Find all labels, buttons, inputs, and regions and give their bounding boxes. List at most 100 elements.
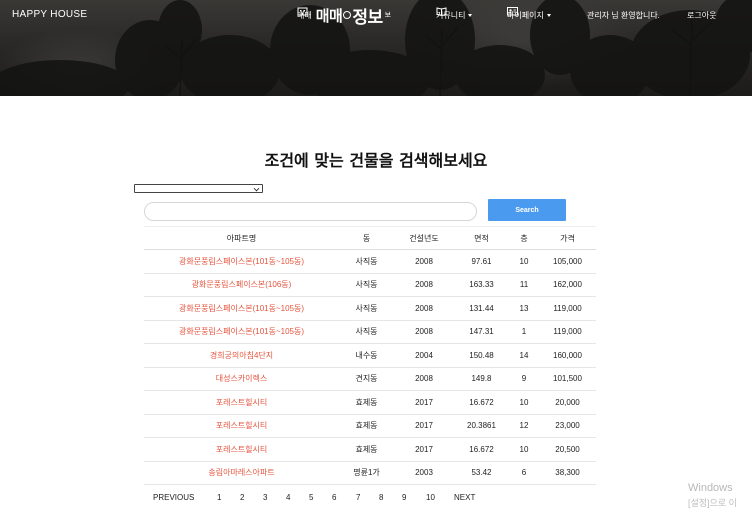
price-cell: 105,000 bbox=[539, 249, 596, 274]
table-row[interactable]: 포레스트힐시티 효제동 2017 16.672 10 20,000 bbox=[144, 390, 596, 415]
area-cell: 16.672 bbox=[454, 437, 509, 462]
apartment-link[interactable]: 송림아마레스아파트 bbox=[144, 461, 339, 485]
next-page-link[interactable]: NEXT bbox=[454, 493, 475, 502]
area-cell: 53.42 bbox=[454, 461, 509, 485]
table-row[interactable]: 광화문풍림스페이스본(106동) 사직동 2008 163.33 11 162,… bbox=[144, 273, 596, 297]
year-cell: 2017 bbox=[394, 414, 454, 438]
area-cell: 163.33 bbox=[454, 273, 509, 297]
price-cell: 101,500 bbox=[539, 367, 596, 391]
column-header-floor[interactable]: 층 bbox=[509, 226, 539, 250]
apartment-link[interactable]: 포레스트힐시티 bbox=[144, 390, 339, 415]
nav-community[interactable]: 커뮤니티 bbox=[436, 6, 473, 24]
page-link-1[interactable]: 1 bbox=[217, 493, 221, 502]
apartment-link[interactable]: 광화문풍림스페이스본(106동) bbox=[144, 273, 339, 297]
dong-cell: 효제동 bbox=[339, 414, 394, 438]
area-cell: 149.8 bbox=[454, 367, 509, 391]
chevron-down-icon bbox=[253, 185, 260, 192]
trade-logo-part2: 정보 bbox=[352, 7, 383, 28]
page-link-9[interactable]: 9 bbox=[402, 493, 406, 502]
apartment-link[interactable]: 광화문풍림스페이스본(101동~105동) bbox=[144, 320, 339, 344]
year-cell: 2008 bbox=[394, 296, 454, 321]
price-cell: 20,000 bbox=[539, 390, 596, 415]
book-icon bbox=[436, 7, 447, 16]
pagination: PREVIOUS 1 2 3 4 5 6 7 8 9 10 NEXT bbox=[0, 493, 752, 505]
logout-link[interactable]: 로그아웃 bbox=[687, 6, 716, 24]
windows-watermark-subtitle: [설정]으로 이 bbox=[688, 498, 737, 508]
area-cell: 150.48 bbox=[454, 343, 509, 368]
floor-cell: 1 bbox=[509, 320, 539, 344]
area-cell: 16.672 bbox=[454, 390, 509, 415]
page-link-3[interactable]: 3 bbox=[263, 493, 267, 502]
year-cell: 2008 bbox=[394, 367, 454, 391]
price-cell: 20,500 bbox=[539, 437, 596, 462]
column-header-area[interactable]: 면적 bbox=[454, 226, 509, 250]
dong-cell: 명륜1가 bbox=[339, 461, 394, 485]
apartment-link[interactable]: 광화문풍림스페이스본(101동~105동) bbox=[144, 249, 339, 274]
table-row[interactable]: 광화문풍림스페이스본(101동~105동) 사직동 2008 131.44 13… bbox=[144, 296, 596, 321]
dong-cell: 내수동 bbox=[339, 343, 394, 368]
price-cell: 162,000 bbox=[539, 273, 596, 297]
column-header-year[interactable]: 건설년도 bbox=[394, 226, 454, 250]
floor-cell: 11 bbox=[509, 273, 539, 297]
page-link-4[interactable]: 4 bbox=[286, 493, 290, 502]
floor-cell: 6 bbox=[509, 461, 539, 485]
page-link-6[interactable]: 6 bbox=[332, 493, 336, 502]
dong-cell: 견지동 bbox=[339, 367, 394, 391]
price-cell: 23,000 bbox=[539, 414, 596, 438]
table-row[interactable]: 송림아마레스아파트 명륜1가 2003 53.42 6 38,300 bbox=[144, 461, 596, 485]
results-table: 아파트명 동 건설년도 면적 층 가격 광화문풍림스페이스본(101동~105동… bbox=[144, 226, 596, 485]
year-cell: 2008 bbox=[394, 320, 454, 344]
globe-icon bbox=[343, 11, 352, 19]
column-header-apartment[interactable]: 아파트명 bbox=[144, 226, 339, 250]
table-row[interactable]: 광화문풍림스페이스본(101동~105동) 사직동 2008 147.31 1 … bbox=[144, 320, 596, 344]
column-header-price[interactable]: 가격 bbox=[539, 226, 596, 250]
page-link-10[interactable]: 10 bbox=[426, 493, 435, 502]
dong-cell: 사직동 bbox=[339, 249, 394, 274]
apartment-link[interactable]: 경희궁의아침4단지 bbox=[144, 343, 339, 368]
year-cell: 2004 bbox=[394, 343, 454, 368]
floor-cell: 10 bbox=[509, 437, 539, 462]
area-cell: 131.44 bbox=[454, 296, 509, 321]
nav-trade-suffix: 보 bbox=[384, 12, 392, 19]
area-cell: 20.3861 bbox=[454, 414, 509, 438]
floor-cell: 10 bbox=[509, 249, 539, 274]
apartment-link[interactable]: 광화문풍림스페이스본(101동~105동) bbox=[144, 296, 339, 321]
year-cell: 2003 bbox=[394, 461, 454, 485]
dong-cell: 효제동 bbox=[339, 437, 394, 462]
dong-cell: 효제동 bbox=[339, 390, 394, 415]
table-row[interactable]: 포레스트힐시티 효제동 2017 20.3861 12 23,000 bbox=[144, 414, 596, 438]
search-button[interactable]: Search bbox=[488, 199, 566, 221]
table-row[interactable]: 광화문풍림스페이스본(101동~105동) 사직동 2008 97.61 10 … bbox=[144, 249, 596, 274]
trade-logo-part1: 매매 bbox=[315, 6, 343, 25]
welcome-text: 관리자 님 환영합니다. bbox=[587, 10, 660, 20]
price-cell: 119,000 bbox=[539, 320, 596, 344]
column-header-dong[interactable]: 동 bbox=[339, 226, 394, 250]
table-row[interactable]: 경희궁의아침4단지 내수동 2004 150.48 14 160,000 bbox=[144, 343, 596, 368]
dong-cell: 사직동 bbox=[339, 296, 394, 321]
windows-watermark-title: Windows bbox=[688, 482, 733, 494]
table-row[interactable]: 대성스카이렉스 견지동 2008 149.8 9 101,500 bbox=[144, 367, 596, 391]
page-title: 조건에 맞는 건물을 검색해보세요 bbox=[264, 151, 488, 170]
nav-trade-info[interactable]: 매매 매매 정보 보 bbox=[297, 6, 393, 28]
apartment-link[interactable]: 대성스카이렉스 bbox=[144, 367, 339, 391]
search-input[interactable] bbox=[144, 202, 477, 221]
apartment-link[interactable]: 포레스트힐시티 bbox=[144, 414, 339, 438]
dong-cell: 사직동 bbox=[339, 273, 394, 297]
filter-select[interactable] bbox=[134, 184, 263, 193]
year-cell: 2017 bbox=[394, 437, 454, 462]
top-nav: 매매 매매 정보 보 커뮤니티 마이페이지 관리자 님 환영합니다. 로그아웃 bbox=[0, 6, 752, 28]
page-link-7[interactable]: 7 bbox=[356, 493, 360, 502]
nav-mypage[interactable]: 마이페이지 bbox=[507, 6, 551, 24]
table-row[interactable]: 포레스트힐시티 효제동 2017 16.672 10 20,500 bbox=[144, 437, 596, 462]
id-card-icon bbox=[507, 7, 518, 16]
page-link-8[interactable]: 8 bbox=[379, 493, 383, 502]
page-link-2[interactable]: 2 bbox=[240, 493, 244, 502]
apartment-link[interactable]: 포레스트힐시티 bbox=[144, 437, 339, 462]
floor-cell: 13 bbox=[509, 296, 539, 321]
price-cell: 38,300 bbox=[539, 461, 596, 485]
previous-page-link[interactable]: PREVIOUS bbox=[153, 493, 194, 502]
table-header-row: 아파트명 동 건설년도 면적 층 가격 bbox=[144, 226, 596, 250]
building-icon bbox=[297, 7, 308, 16]
page-link-5[interactable]: 5 bbox=[309, 493, 313, 502]
area-cell: 147.31 bbox=[454, 320, 509, 344]
